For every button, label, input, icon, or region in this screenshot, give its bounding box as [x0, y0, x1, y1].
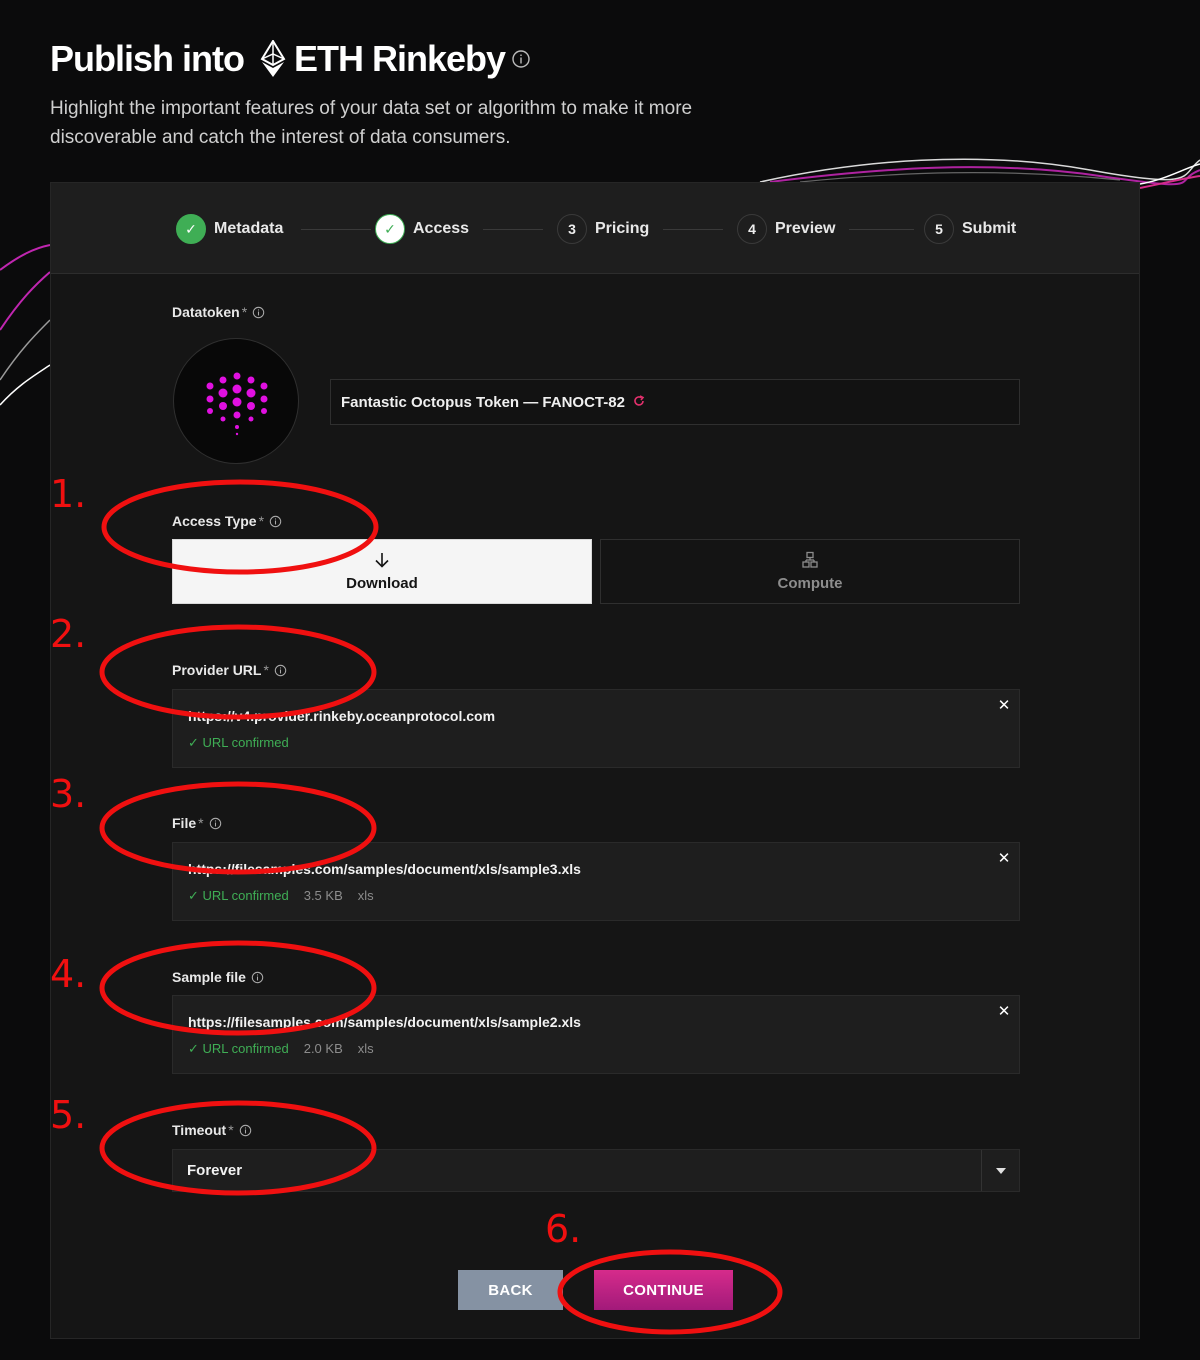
annotation-number: 5. — [50, 1093, 87, 1137]
file-type: xls — [357, 1041, 374, 1056]
step-label: Metadata — [214, 220, 284, 237]
url-confirmed-status: ✓ URL confirmed — [188, 1041, 289, 1056]
close-icon[interactable]: ✕ — [995, 1002, 1013, 1020]
sample-file-field[interactable]: https://filesamples.com/samples/document… — [172, 995, 1020, 1074]
info-icon[interactable] — [511, 49, 531, 69]
url-confirmed-status: ✓ URL confirmed — [188, 735, 289, 750]
label-text: Provider URL — [172, 662, 262, 678]
arrow-down-icon — [373, 551, 391, 569]
page-header: Publish into ETH Rinkeby Highlight the i… — [50, 38, 770, 152]
option-label: Compute — [777, 575, 843, 592]
annotation-number: 6. — [545, 1207, 582, 1251]
file-url-value: https://filesamples.com/samples/document… — [188, 861, 581, 877]
info-icon[interactable] — [269, 515, 282, 528]
provider-url-field[interactable]: https://v4.provider.rinkeby.oceanprotoco… — [172, 689, 1020, 768]
info-icon[interactable] — [252, 306, 265, 319]
token-avatar — [173, 338, 299, 464]
step-preview[interactable]: 4 Preview — [737, 214, 835, 244]
datatoken-name-field[interactable]: Fantastic Octopus Token — FANOCT-82 — [330, 379, 1020, 425]
step-number: 4 — [737, 214, 767, 244]
stepper: ✓ Metadata ✓ Access 3 Pricing 4 Preview … — [51, 183, 1139, 274]
required-mark: * — [258, 513, 265, 529]
page-title: Publish into ETH Rinkeby — [50, 38, 770, 80]
timeout-select[interactable]: Forever — [172, 1149, 1020, 1192]
close-icon[interactable]: ✕ — [995, 849, 1013, 867]
required-mark: * — [198, 815, 204, 831]
info-icon[interactable] — [239, 1124, 252, 1137]
provider-url-meta: ✓ URL confirmed — [188, 735, 289, 751]
datatoken-name: Fantastic Octopus Token — FANOCT-82 — [341, 393, 625, 411]
step-connector — [849, 229, 914, 230]
step-pricing[interactable]: 3 Pricing — [557, 214, 649, 244]
access-option-compute[interactable]: Compute — [600, 539, 1020, 604]
option-label: Download — [346, 575, 418, 592]
step-label: Submit — [962, 220, 1017, 237]
file-size: 2.0 KB — [303, 1041, 343, 1056]
network-name: ETH Rinkeby — [293, 38, 506, 79]
step-check-icon: ✓ — [375, 214, 405, 244]
timeout-value: Forever — [187, 1162, 243, 1179]
label-text: Timeout — [172, 1122, 227, 1138]
info-icon[interactable] — [251, 971, 264, 984]
refresh-icon[interactable] — [633, 394, 645, 410]
info-icon[interactable] — [209, 817, 222, 830]
page-subtitle: Highlight the important features of your… — [50, 98, 693, 148]
file-size: 3.5 KB — [303, 888, 343, 903]
label-text: File — [172, 815, 197, 831]
step-check-icon: ✓ — [176, 214, 206, 244]
annotation-number: 3. — [50, 772, 87, 816]
back-button[interactable]: BACK — [458, 1270, 563, 1310]
token-dots-icon — [206, 372, 268, 436]
access-option-download[interactable]: Download — [172, 539, 592, 604]
ethereum-icon — [260, 40, 286, 78]
publish-form-card: ✓ Metadata ✓ Access 3 Pricing 4 Preview … — [50, 182, 1140, 1339]
step-connector — [483, 229, 543, 230]
continue-button[interactable]: CONTINUE — [594, 1270, 733, 1310]
annotation-number: 1. — [50, 472, 87, 516]
label-text: Datatoken — [172, 304, 240, 320]
required-mark: * — [241, 304, 248, 320]
label-text: Sample file — [172, 969, 246, 985]
datatoken-label: Datatoken * — [172, 304, 265, 320]
timeout-label: Timeout * — [172, 1122, 252, 1138]
label-text: Access Type — [172, 513, 257, 529]
url-confirmed-status: ✓ URL confirmed — [188, 888, 289, 903]
required-mark: * — [263, 662, 269, 678]
title-prefix: Publish into — [50, 38, 245, 79]
step-connector — [301, 229, 371, 230]
required-mark: * — [228, 1122, 234, 1138]
step-number: 5 — [924, 214, 954, 244]
file-meta: ✓ URL confirmed 3.5 KB xls — [188, 888, 374, 904]
step-label: Preview — [775, 220, 836, 237]
step-access[interactable]: ✓ Access — [375, 214, 469, 244]
step-metadata[interactable]: ✓ Metadata — [176, 214, 283, 244]
file-type: xls — [357, 888, 374, 903]
file-field[interactable]: https://filesamples.com/samples/document… — [172, 842, 1020, 921]
step-number: 3 — [557, 214, 587, 244]
sample-file-label: Sample file — [172, 969, 264, 985]
provider-url-label: Provider URL * — [172, 662, 287, 678]
access-type-label: Access Type * — [172, 513, 282, 529]
close-icon[interactable]: ✕ — [995, 696, 1013, 714]
step-connector — [663, 229, 723, 230]
sample-file-meta: ✓ URL confirmed 2.0 KB xls — [188, 1041, 374, 1057]
sample-file-url-value: https://filesamples.com/samples/document… — [188, 1014, 581, 1030]
step-label: Pricing — [595, 220, 650, 237]
file-label: File * — [172, 815, 222, 831]
provider-url-value: https://v4.provider.rinkeby.oceanprotoco… — [188, 708, 496, 724]
chevron-down-icon[interactable] — [981, 1150, 1019, 1191]
annotation-number: 4. — [50, 952, 87, 996]
annotation-number: 2. — [50, 612, 87, 656]
info-icon[interactable] — [274, 664, 287, 677]
step-label: Access — [413, 220, 470, 237]
hierarchy-icon — [801, 551, 819, 569]
step-submit[interactable]: 5 Submit — [924, 214, 1016, 244]
